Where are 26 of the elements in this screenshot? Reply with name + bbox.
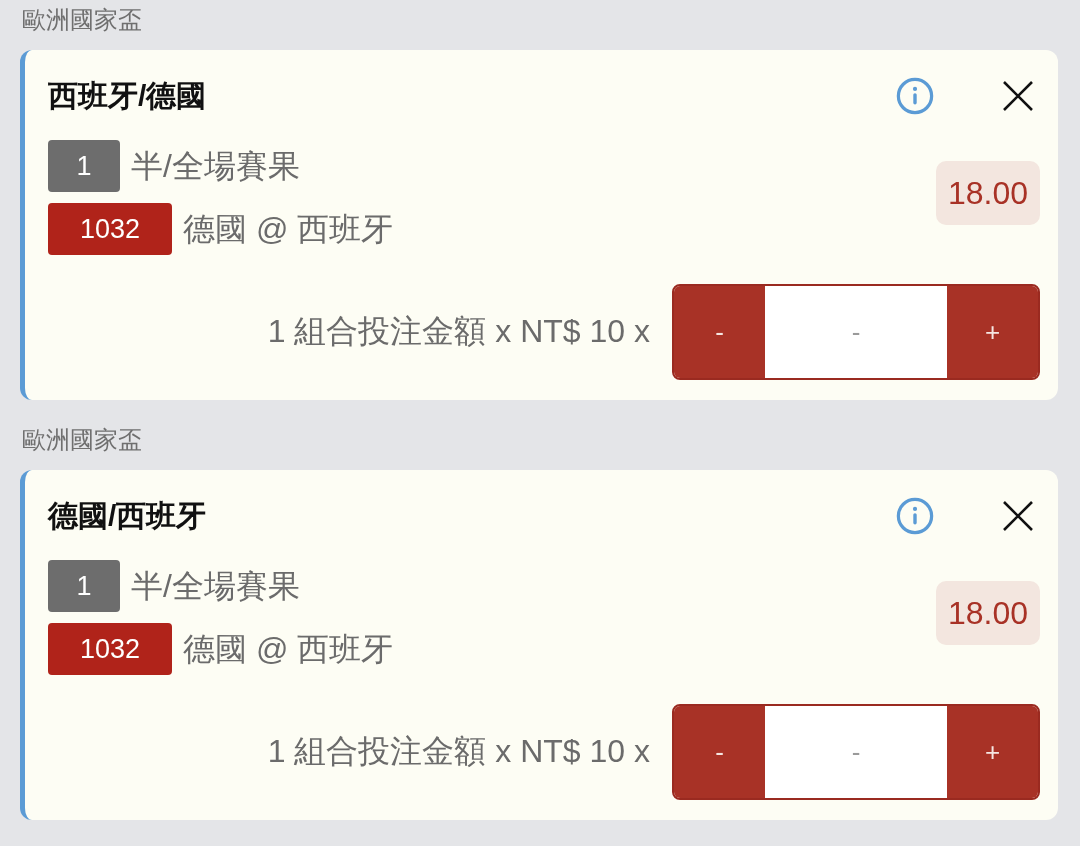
match-title: 德國/西班牙 xyxy=(48,498,208,534)
market-name: 半/全場賽果 xyxy=(131,567,300,606)
league-label: 歐洲國家盃 xyxy=(21,5,142,35)
selection-number-badge: 1032 xyxy=(48,623,172,675)
decrease-button[interactable]: - xyxy=(674,286,765,378)
stake-input[interactable]: - xyxy=(765,706,947,798)
league-label: 歐洲國家盃 xyxy=(21,425,142,455)
stake-input[interactable]: - xyxy=(765,286,947,378)
increase-button[interactable]: + xyxy=(947,706,1038,798)
close-icon[interactable] xyxy=(1003,501,1033,531)
market-number-badge: 1 xyxy=(48,140,120,192)
odds-tag: 18.00 xyxy=(935,160,1040,225)
increase-button[interactable]: + xyxy=(947,286,1038,378)
odds-tag: 18.00 xyxy=(935,580,1040,645)
stake-description: 1 組合投注金額 x NT$ 10 x xyxy=(267,732,650,771)
decrease-button[interactable]: - xyxy=(674,706,765,798)
selection-name: 德國 @ 西班牙 xyxy=(183,630,394,669)
market-name: 半/全場賽果 xyxy=(131,147,300,186)
info-icon[interactable] xyxy=(896,497,934,535)
info-icon[interactable] xyxy=(896,77,934,115)
market-number-badge: 1 xyxy=(48,560,120,612)
close-icon[interactable] xyxy=(1003,81,1033,111)
match-title: 西班牙/德國 xyxy=(48,78,208,114)
selection-number-badge: 1032 xyxy=(48,203,172,255)
selection-name: 德國 @ 西班牙 xyxy=(183,210,394,249)
stake-description: 1 組合投注金額 x NT$ 10 x xyxy=(267,312,650,351)
